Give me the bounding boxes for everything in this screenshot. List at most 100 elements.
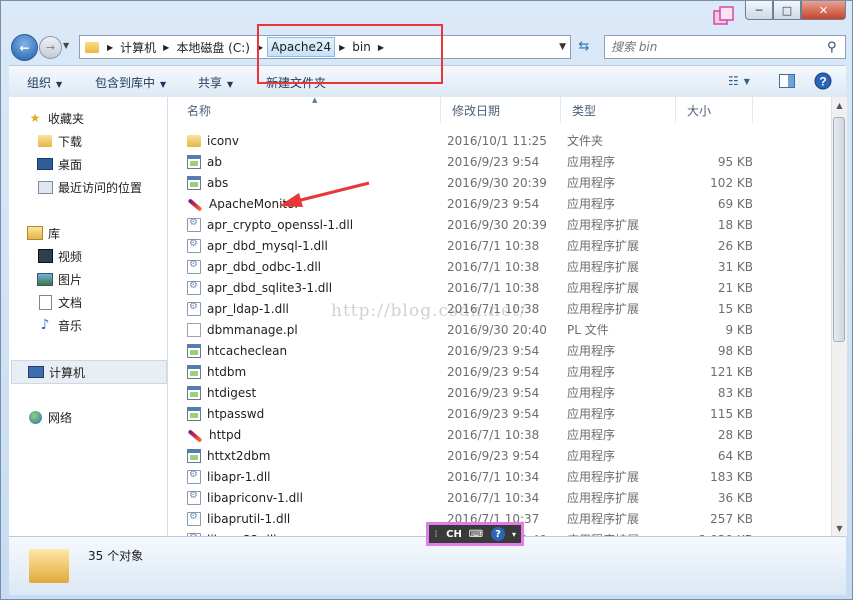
- column-date[interactable]: 修改日期: [441, 97, 561, 123]
- scroll-up-icon[interactable]: ▲: [832, 97, 847, 113]
- file-row[interactable]: libapriconv-1.dll 2016/7/1 10:34 应用程序扩展 36 …: [176, 487, 831, 508]
- file-size: 64 KB: [717, 448, 753, 463]
- refresh-icon: ⇆: [578, 38, 590, 54]
- file-name-cell: apr_dbd_odbc-1.dll: [176, 259, 441, 274]
- breadcrumb-bin[interactable]: bin: [349, 37, 374, 57]
- preview-pane-icon: [779, 74, 795, 88]
- minimize-button[interactable]: ─: [745, 1, 773, 20]
- library-icon: [27, 226, 43, 240]
- file-size: 98 KB: [717, 343, 753, 358]
- keyboard-icon[interactable]: ⌨: [465, 529, 487, 540]
- new-folder-button[interactable]: 新建文件夹: [266, 74, 326, 91]
- breadcrumb-apache24[interactable]: Apache24: [267, 37, 336, 57]
- title-bar[interactable]: ─ □ ✕: [1, 1, 852, 31]
- sidebar-item-favorites[interactable]: ★ 收藏夹: [27, 107, 185, 129]
- file-name-cell: libapriconv-1.dll: [176, 490, 441, 505]
- sidebar-item-downloads[interactable]: 下载: [37, 130, 195, 152]
- help-button[interactable]: ?: [811, 70, 835, 92]
- breadcrumb-local-disk[interactable]: 本地磁盘 (C:): [173, 37, 253, 57]
- vertical-scrollbar[interactable]: ▲ ▼: [831, 97, 847, 536]
- file-name: apr_dbd_sqlite3-1.dll: [207, 280, 333, 295]
- file-name: ab: [207, 154, 222, 169]
- file-name-cell: apr_crypto_openssl-1.dll: [176, 217, 441, 232]
- app-icon: [713, 6, 734, 25]
- file-date: 2016/7/1 10:38: [447, 301, 540, 316]
- address-bar[interactable]: ▶ 计算机 ▶ 本地磁盘 (C:) ▶ Apache24 ▶ bin ▶ ▼: [79, 35, 571, 59]
- sidebar-item-recent-places[interactable]: 最近访问的位置: [37, 176, 195, 198]
- file-size: 26 KB: [717, 238, 753, 253]
- file-row[interactable]: ab 2016/9/23 9:54 应用程序 95 KB: [176, 151, 831, 172]
- file-size: 9 KB: [725, 322, 753, 337]
- close-button[interactable]: ✕: [801, 1, 846, 20]
- sidebar-item-music[interactable]: ♪ 音乐: [37, 314, 195, 336]
- file-row[interactable]: httxt2dbm 2016/9/23 9:54 应用程序 64 KB: [176, 445, 831, 466]
- ime-language-label[interactable]: CH: [443, 529, 465, 540]
- column-size[interactable]: 大小: [676, 97, 753, 123]
- organize-menu[interactable]: 组织 ▼: [27, 74, 62, 91]
- file-row[interactable]: iconv 2016/10/1 11:25 文件夹: [176, 130, 831, 151]
- apache-feather-icon: [187, 428, 203, 442]
- document-icon: [37, 294, 53, 310]
- file-row[interactable]: httpd 2016/7/1 10:38 应用程序 28 KB: [176, 424, 831, 445]
- file-row[interactable]: htpasswd 2016/9/23 9:54 应用程序 115 KB: [176, 403, 831, 424]
- include-in-library-menu[interactable]: 包含到库中 ▼: [95, 74, 166, 91]
- recent-pages-dropdown[interactable]: ▼: [63, 41, 69, 50]
- file-name: htpasswd: [207, 406, 265, 421]
- file-row[interactable]: apr_dbd_sqlite3-1.dll 2016/7/1 10:38 应用程序扩…: [176, 277, 831, 298]
- forward-button[interactable]: →: [39, 36, 62, 59]
- sidebar-label: 最近访问的位置: [58, 180, 143, 195]
- file-row[interactable]: apr_ldap-1.dll 2016/7/1 10:38 应用程序扩展 15 KB: [176, 298, 831, 319]
- preview-pane-button[interactable]: [775, 70, 799, 92]
- chevron-right-icon[interactable]: ▶: [103, 43, 117, 52]
- sidebar-item-pictures[interactable]: 图片: [37, 268, 195, 290]
- ime-help-icon[interactable]: ?: [487, 527, 509, 541]
- file-row[interactable]: libapr-1.dll 2016/7/1 10:34 应用程序扩展 183 KB: [176, 466, 831, 487]
- view-options-button[interactable]: ☷ ▼: [721, 70, 757, 92]
- refresh-button[interactable]: ⇆: [571, 35, 597, 57]
- file-date: 2016/9/23 9:54: [447, 343, 540, 358]
- file-row[interactable]: apr_dbd_odbc-1.dll 2016/7/1 10:38 应用程序扩展 31…: [176, 256, 831, 277]
- scrollbar-thumb[interactable]: [833, 117, 845, 342]
- drag-handle-icon[interactable]: ⁞: [429, 525, 443, 543]
- scroll-down-icon[interactable]: ▼: [832, 520, 847, 536]
- search-icon[interactable]: ⚲: [827, 40, 841, 55]
- file-name-cell: httxt2dbm: [176, 448, 441, 463]
- sidebar-item-network[interactable]: 网络: [27, 406, 185, 428]
- file-row[interactable]: apr_dbd_mysql-1.dll 2016/7/1 10:38 应用程序扩展 2…: [176, 235, 831, 256]
- sidebar-item-videos[interactable]: 视频: [37, 245, 195, 267]
- file-date: 2016/10/1 11:25: [447, 133, 547, 148]
- file-name: iconv: [207, 133, 239, 148]
- file-name: apr_crypto_openssl-1.dll: [207, 217, 354, 232]
- sidebar-item-desktop[interactable]: 桌面: [37, 153, 195, 175]
- chevron-right-icon[interactable]: ▶: [253, 43, 267, 52]
- search-input[interactable]: [605, 39, 827, 55]
- search-box[interactable]: ⚲: [604, 35, 846, 59]
- sidebar-item-libraries[interactable]: 库: [27, 222, 185, 244]
- file-row[interactable]: htcacheclean 2016/9/23 9:54 应用程序 98 KB: [176, 340, 831, 361]
- network-globe-icon: [27, 410, 43, 424]
- maximize-button[interactable]: □: [773, 1, 801, 20]
- ime-options-icon[interactable]: ▾: [509, 530, 519, 539]
- sidebar-item-computer[interactable]: 计算机: [11, 360, 167, 384]
- chevron-right-icon[interactable]: ▶: [374, 43, 388, 52]
- file-type: 应用程序扩展: [567, 470, 640, 484]
- window-controls: ─ □ ✕: [745, 1, 846, 20]
- view-list-icon: ☷: [728, 74, 739, 88]
- file-row[interactable]: apr_crypto_openssl-1.dll 2016/9/30 20:39 应…: [176, 214, 831, 235]
- dll-icon: [187, 511, 201, 526]
- address-dropdown-icon[interactable]: ▼: [559, 42, 566, 52]
- help-icon: ?: [814, 72, 832, 90]
- ime-language-bar[interactable]: ⁞ CH ⌨ ? ▾: [426, 522, 524, 546]
- sidebar-item-documents[interactable]: 文档: [37, 291, 195, 313]
- column-type[interactable]: 类型: [561, 97, 676, 123]
- breadcrumb-computer[interactable]: 计算机: [117, 37, 159, 57]
- chevron-right-icon[interactable]: ▶: [159, 43, 173, 52]
- column-name[interactable]: 名称: [176, 97, 441, 123]
- file-name: libapriconv-1.dll: [207, 490, 303, 505]
- chevron-right-icon[interactable]: ▶: [335, 43, 349, 52]
- file-row[interactable]: dbmmanage.pl 2016/9/30 20:40 PL 文件 9 KB: [176, 319, 831, 340]
- back-button[interactable]: ←: [11, 34, 38, 61]
- file-row[interactable]: htdbm 2016/9/23 9:54 应用程序 121 KB: [176, 361, 831, 382]
- file-row[interactable]: htdigest 2016/9/23 9:54 应用程序 83 KB: [176, 382, 831, 403]
- share-menu[interactable]: 共享 ▼: [198, 74, 233, 91]
